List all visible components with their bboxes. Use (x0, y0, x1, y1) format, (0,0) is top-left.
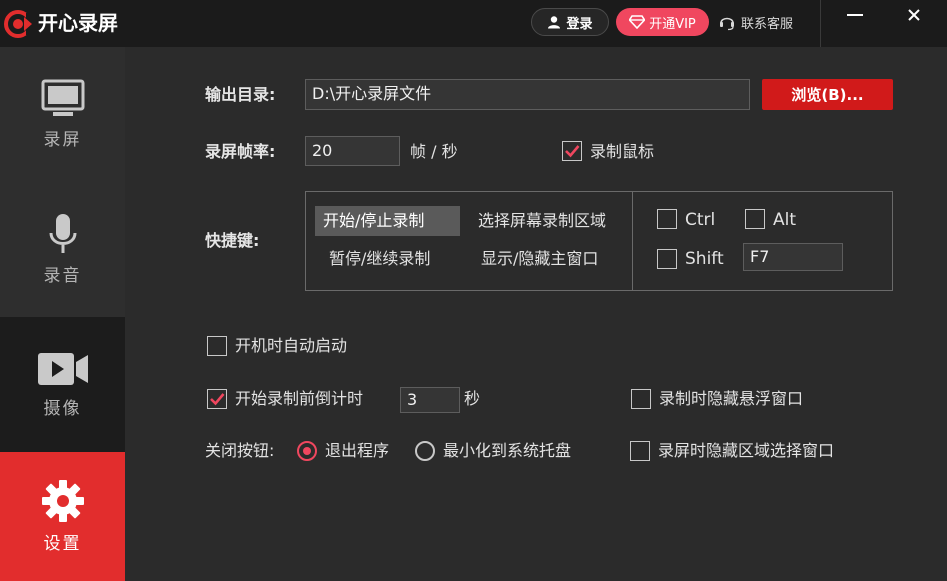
hide-region-checkbox[interactable] (630, 441, 650, 461)
close-button-label: 关闭按钮: (205, 441, 275, 460)
countdown-label: 开始录制前倒计时 (235, 389, 364, 408)
countdown-checkbox[interactable] (207, 389, 227, 409)
close-icon[interactable] (905, 4, 925, 24)
sidebar-item-audio-record[interactable]: 录音 (0, 182, 125, 317)
close-minimize-label: 最小化到系统托盘 (443, 441, 572, 460)
hide-region-label: 录屏时隐藏区域选择窗口 (658, 441, 835, 460)
hotkey-label: 快捷键: (205, 231, 260, 250)
gear-icon (41, 480, 84, 522)
headset-icon (720, 17, 734, 31)
close-minimize-radio[interactable] (415, 441, 435, 461)
output-dir-field[interactable]: D:\开心录屏文件 (305, 79, 750, 110)
output-dir-label: 输出目录: (205, 85, 276, 104)
title-separator (820, 0, 821, 47)
user-icon (548, 16, 561, 29)
hide-float-label: 录制时隐藏悬浮窗口 (659, 389, 804, 408)
alt-checkbox[interactable] (745, 209, 765, 229)
close-exit-radio[interactable] (297, 441, 317, 461)
contact-service-button[interactable]: 联系客服 (718, 8, 793, 36)
minimize-button[interactable] (845, 4, 865, 24)
checkmark-icon (565, 145, 580, 158)
shift-checkbox[interactable] (657, 249, 677, 269)
autostart-checkbox[interactable] (207, 336, 227, 356)
vip-label: 开通VIP (649, 16, 696, 32)
diamond-icon (629, 15, 646, 29)
sidebar-item-label: 录音 (43, 266, 82, 286)
video-camera-icon (37, 353, 88, 385)
hotkey-action-start-stop[interactable]: 开始/停止录制 (315, 206, 460, 236)
countdown-unit: 秒 (464, 389, 481, 408)
app-title: 开心录屏 (38, 11, 118, 35)
hotkey-key-field[interactable]: F7 (743, 243, 843, 271)
autostart-label: 开机时自动启动 (235, 336, 348, 355)
sidebar-item-screen-record[interactable]: 录屏 (0, 47, 125, 182)
sidebar-item-label: 录屏 (43, 130, 82, 150)
checkmark-icon (210, 393, 225, 406)
alt-label: Alt (773, 210, 797, 230)
record-mouse-checkbox[interactable] (562, 141, 582, 161)
hotkey-action-pause-resume[interactable]: 暂停/继续录制 (321, 244, 438, 274)
ctrl-label: Ctrl (685, 210, 716, 230)
hotkey-action-select-region[interactable]: 选择屏幕录制区域 (470, 206, 614, 236)
login-label: 登录 (566, 16, 593, 32)
sidebar: 录屏 录音 摄像 设置 (0, 47, 125, 581)
sidebar-item-label: 设置 (43, 534, 82, 554)
close-exit-label: 退出程序 (325, 441, 390, 460)
hotkey-divider (632, 191, 633, 291)
microphone-icon (49, 214, 76, 253)
ctrl-checkbox[interactable] (657, 209, 677, 229)
hide-float-checkbox[interactable] (631, 389, 651, 409)
countdown-input[interactable]: 3 (400, 387, 460, 413)
sidebar-item-label: 摄像 (43, 399, 82, 419)
fps-unit: 帧 / 秒 (410, 142, 458, 161)
sidebar-item-camera[interactable]: 摄像 (0, 317, 125, 452)
title-bar: 开心录屏 登录 开通VIP 联系客服 (0, 0, 947, 47)
login-button[interactable]: 登录 (531, 8, 609, 36)
shift-label: Shift (685, 249, 724, 269)
vip-button[interactable]: 开通VIP (616, 8, 709, 36)
fps-input[interactable]: 20 (305, 136, 400, 166)
browse-button[interactable]: 浏览(B)... (762, 79, 893, 110)
monitor-icon (41, 79, 84, 116)
fps-label: 录屏帧率: (205, 142, 276, 161)
app-logo-icon (4, 10, 34, 38)
record-mouse-label: 录制鼠标 (590, 142, 655, 161)
service-label: 联系客服 (741, 16, 794, 32)
hotkey-action-show-hide[interactable]: 显示/隐藏主窗口 (473, 244, 606, 274)
sidebar-item-settings[interactable]: 设置 (0, 452, 125, 581)
